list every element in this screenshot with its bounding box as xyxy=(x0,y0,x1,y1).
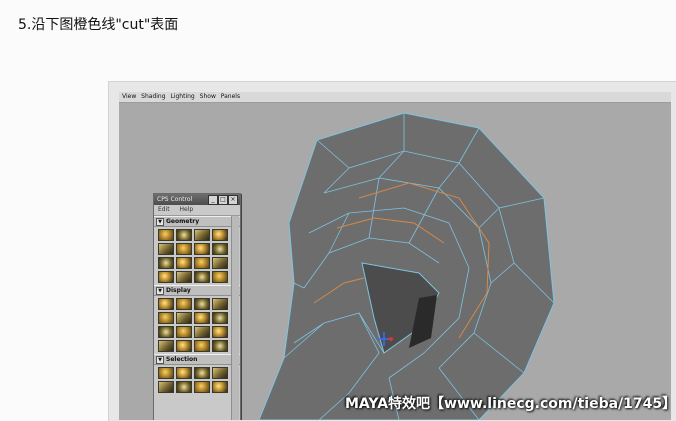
tool-icon[interactable] xyxy=(194,298,210,310)
tool-icon[interactable] xyxy=(194,243,210,255)
tool-icon[interactable] xyxy=(176,326,192,338)
menu-view[interactable]: View xyxy=(122,92,136,102)
tool-icon[interactable] xyxy=(212,257,228,269)
menu-shading[interactable]: Shading xyxy=(141,92,165,102)
close-icon[interactable]: × xyxy=(228,195,238,205)
tool-icon[interactable] xyxy=(158,381,174,393)
tool-icon[interactable] xyxy=(212,312,228,324)
tool-icon[interactable] xyxy=(212,367,228,379)
tool-icon[interactable] xyxy=(194,312,210,324)
step-title: 5.沿下图橙色线"cut"表面 xyxy=(18,17,179,33)
cps-control-panel: CPS Control _ □ × Edit Help ▼ Geometry ▼ D… xyxy=(153,193,241,420)
tool-icon[interactable] xyxy=(158,326,174,338)
cps-menu: Edit Help xyxy=(154,205,240,216)
selection-tool-grid xyxy=(154,365,240,395)
collapse-triangle-icon[interactable]: ▼ xyxy=(156,355,164,364)
tool-icon[interactable] xyxy=(212,381,228,393)
tool-icon[interactable] xyxy=(176,340,192,352)
tool-icon[interactable] xyxy=(158,271,174,283)
tool-icon[interactable] xyxy=(212,243,228,255)
cps-menu-help[interactable]: Help xyxy=(180,206,194,213)
tool-icon[interactable] xyxy=(212,229,228,241)
minimize-icon[interactable]: _ xyxy=(208,195,218,205)
tool-icon[interactable] xyxy=(158,257,174,269)
tool-icon[interactable] xyxy=(212,340,228,352)
tool-icon[interactable] xyxy=(176,312,192,324)
tool-icon[interactable] xyxy=(176,257,192,269)
tool-icon[interactable] xyxy=(158,243,174,255)
tool-icon[interactable] xyxy=(194,367,210,379)
tool-icon[interactable] xyxy=(158,312,174,324)
maya-viewport-screenshot: View Shading Lighting Show Panels CPS Co… xyxy=(119,92,671,420)
geometry-tool-grid xyxy=(154,227,240,285)
tool-icon[interactable] xyxy=(176,229,192,241)
cps-menu-edit[interactable]: Edit xyxy=(158,206,170,213)
tool-icon[interactable] xyxy=(212,326,228,338)
menu-panels[interactable]: Panels xyxy=(221,92,240,102)
tool-icon[interactable] xyxy=(158,298,174,310)
tool-icon[interactable] xyxy=(176,298,192,310)
cps-titlebar[interactable]: CPS Control _ □ × xyxy=(154,194,240,205)
tool-icon[interactable] xyxy=(212,271,228,283)
section-label: Display xyxy=(166,287,191,294)
tool-icon[interactable] xyxy=(194,229,210,241)
cps-title: CPS Control xyxy=(157,196,193,203)
section-label: Geometry xyxy=(166,218,200,225)
tool-icon[interactable] xyxy=(158,340,174,352)
maximize-icon[interactable]: □ xyxy=(218,195,228,205)
section-selection[interactable]: ▼ Selection xyxy=(154,354,240,365)
section-display[interactable]: ▼ Display xyxy=(154,285,240,296)
section-label: Selection xyxy=(166,356,198,363)
tool-icon[interactable] xyxy=(194,326,210,338)
tool-icon[interactable] xyxy=(176,243,192,255)
tool-icon[interactable] xyxy=(212,298,228,310)
tool-icon[interactable] xyxy=(158,367,174,379)
menu-show[interactable]: Show xyxy=(200,92,216,102)
tool-icon[interactable] xyxy=(176,367,192,379)
panel-scrollbar[interactable] xyxy=(231,216,239,420)
tool-icon[interactable] xyxy=(158,229,174,241)
display-tool-grid xyxy=(154,296,240,354)
collapse-triangle-icon[interactable]: ▼ xyxy=(156,217,164,226)
tool-icon[interactable] xyxy=(194,340,210,352)
tool-icon[interactable] xyxy=(176,381,192,393)
viewport-menubar: View Shading Lighting Show Panels xyxy=(119,92,671,103)
tool-icon[interactable] xyxy=(194,381,210,393)
collapse-triangle-icon[interactable]: ▼ xyxy=(156,286,164,295)
tool-icon[interactable] xyxy=(176,271,192,283)
watermark: MAYA特效吧【www.linecg.com/tieba/1745】 xyxy=(345,396,676,412)
menu-lighting[interactable]: Lighting xyxy=(170,92,194,102)
tool-icon[interactable] xyxy=(194,257,210,269)
section-geometry[interactable]: ▼ Geometry xyxy=(154,216,240,227)
tool-icon[interactable] xyxy=(194,271,210,283)
